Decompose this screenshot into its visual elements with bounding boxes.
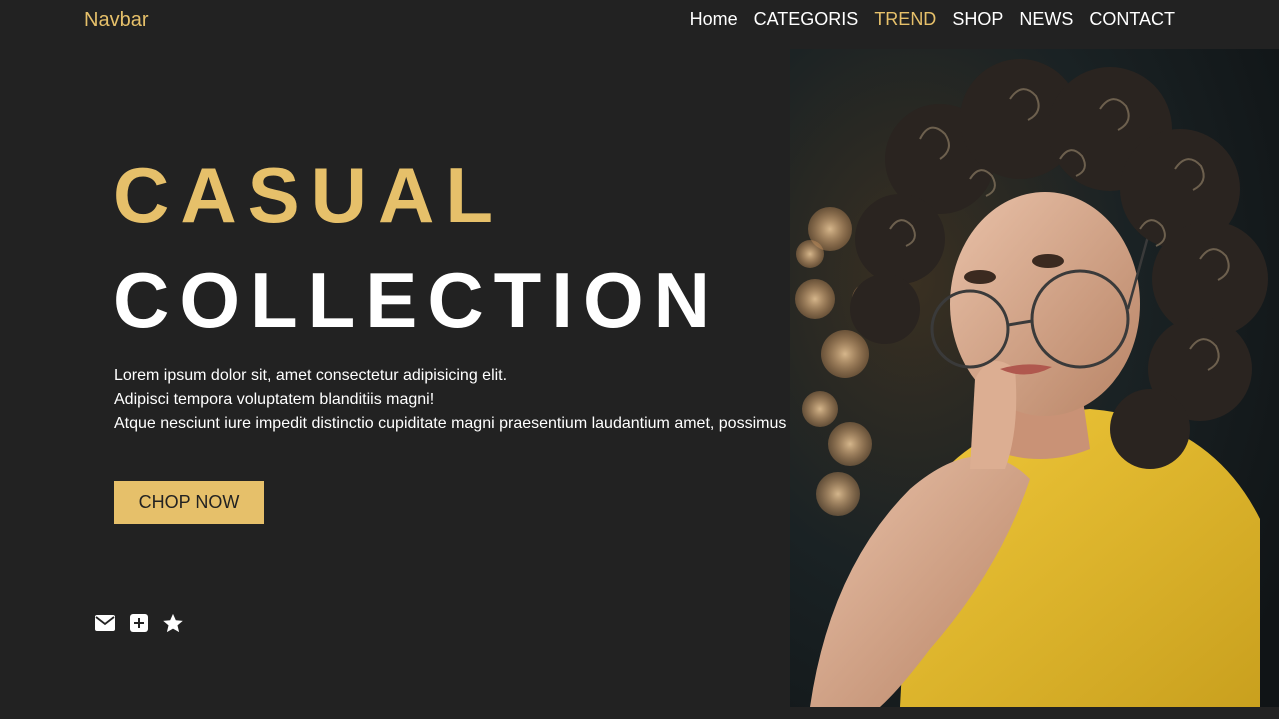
nav-link-home[interactable]: Home — [690, 8, 738, 30]
navbar-brand[interactable]: Navbar — [84, 8, 148, 32]
hero-title-line-2: COLLECTION — [113, 256, 720, 344]
nav-menu: Home CATEGORIS TREND SHOP NEWS CONTACT — [690, 8, 1175, 30]
hero-description-line: Lorem ipsum dolor sit, amet consectetur … — [114, 367, 508, 384]
nav-link-categoris[interactable]: CATEGORIS — [754, 8, 859, 30]
hero-description: Lorem ipsum dolor sit, amet consectetur … — [114, 364, 790, 436]
page: Navbar Home CATEGORIS TREND SHOP NEWS CO… — [0, 0, 1279, 719]
nav-link-news[interactable]: NEWS — [1019, 8, 1073, 30]
envelope-icon[interactable] — [94, 612, 116, 634]
hero-title-line-1: CASUAL — [113, 151, 504, 239]
nav-link-shop[interactable]: SHOP — [952, 8, 1003, 30]
star-icon[interactable] — [162, 612, 184, 634]
social-icons — [94, 612, 184, 634]
hero-model-image — [790, 49, 1279, 707]
hero-description-line: Adipisci tempora voluptatem blanditiis m… — [114, 391, 435, 408]
hero-description-line: Atque nesciunt iure impedit distinctio c… — [114, 415, 787, 432]
nav-link-trend[interactable]: TREND — [874, 8, 936, 30]
nav-link-contact[interactable]: CONTACT — [1089, 8, 1175, 30]
plus-square-icon[interactable] — [128, 612, 150, 634]
shop-now-button[interactable]: CHOP NOW — [114, 481, 264, 524]
